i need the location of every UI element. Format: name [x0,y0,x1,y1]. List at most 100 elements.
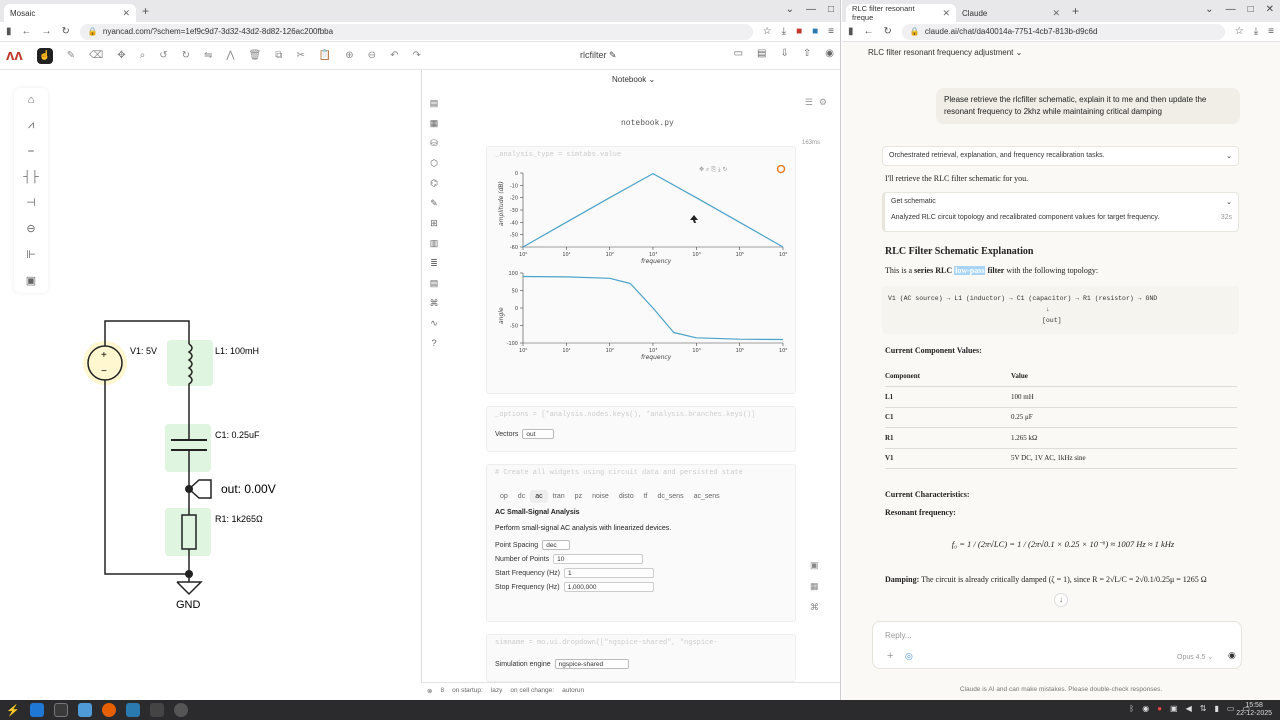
conversation-title[interactable]: RLC filter resonant frequency adjustment… [842,42,1280,62]
tools-icon[interactable]: ◎ [905,651,913,662]
sidebar-toggle-icon[interactable]: ▮ [848,26,854,37]
close-icon[interactable]: ✕ [122,8,130,19]
download-icon[interactable]: ⤓ [1254,26,1258,37]
menu-icon[interactable]: ≡ [1268,26,1274,37]
zoom-in-icon[interactable]: ⊕ [345,50,353,61]
back-icon[interactable]: ← [864,26,874,37]
snippets-icon[interactable]: ⊞ [430,218,438,229]
cellchange-mode[interactable]: autorun [562,687,584,694]
voice-icon[interactable]: ◉ [1228,650,1236,661]
sim-tab-tran[interactable]: tran [548,490,570,503]
sidebar-toggle-icon[interactable]: ▮ [6,26,12,37]
window-icon[interactable] [29,703,44,717]
close-icon[interactable]: ✕ [1052,8,1060,19]
help-icon[interactable]: ? [431,338,436,348]
plot-cell[interactable]: _analysis_type = simtabs.value ✥ ⌕ ⎘ ⤓ ↻… [486,146,796,394]
rotate-ccw-icon[interactable]: ↺ [159,50,167,61]
startup-mode[interactable]: lazy [491,687,503,694]
close-icon[interactable]: ✕ [1266,4,1274,15]
undo-icon[interactable]: ↶ [390,50,398,61]
vscode-icon[interactable] [125,703,140,717]
tracing-icon[interactable]: ∿ [430,318,438,329]
extension-icon[interactable]: ■ [796,26,802,37]
menu-icon[interactable]: ≡ [828,26,834,37]
folder-icon[interactable]: ▤ [757,48,766,59]
network-icon[interactable]: ⇅ [1200,704,1207,713]
back-icon[interactable]: ← [22,26,32,37]
settings-icon[interactable]: ⚙ [819,97,827,108]
tab-claude[interactable]: Claude ✕ [956,4,1066,22]
chip-tool-icon[interactable]: ▣ [26,274,36,287]
flip-icon[interactable]: ⇋ [204,50,212,61]
sim-tab-dc_sens[interactable]: dc_sens [653,490,689,503]
minimize-icon[interactable]: — [1226,4,1236,15]
wire-tool-icon[interactable]: ⎯ [28,145,34,158]
redo-icon[interactable]: ↷ [412,50,420,61]
reply-input[interactable]: Reply... [885,631,912,640]
add-icon[interactable]: + [887,650,893,662]
ground-symbol[interactable] [176,581,203,596]
bluetooth-icon[interactable]: ᛒ [1129,704,1134,713]
delete-icon[interactable]: 🗑 [249,50,262,61]
grid-icon[interactable]: ▦ [810,581,819,592]
maximize-icon[interactable]: □ [1248,4,1254,15]
variables-icon[interactable]: ▦ [430,118,439,129]
sim-tab-ac[interactable]: ac [530,490,548,503]
forward-icon[interactable]: → [42,26,52,37]
sim-tab-disto[interactable]: disto [614,490,639,503]
sim-tab-pz[interactable]: pz [570,490,587,503]
reload-icon[interactable]: ↻ [884,26,892,37]
stop-freq-input[interactable]: 1,000,000 [563,582,654,592]
zoom-icon[interactable]: ⌕ [140,50,146,61]
diode-tool-icon[interactable]: ⊣ [26,196,36,209]
copy-icon[interactable]: ⧉ [275,50,282,61]
vectors-select[interactable]: out [522,429,555,439]
clock[interactable]: 15:58 22-12-2025 [1236,702,1272,718]
thinking-summary[interactable]: Orchestrated retrieval, explanation, and… [882,146,1239,166]
notebook-dropdown[interactable]: Notebook ⌄ [612,75,655,84]
package-icon[interactable]: ⬡ [430,158,438,169]
deps-icon[interactable]: ⌬ [430,178,438,189]
sim-engine-cell[interactable]: simname = mo.ui.dropdown(["ngspice-share… [486,634,796,682]
bookmark-icon[interactable]: ☆ [1235,26,1244,37]
cut-icon[interactable]: ✂ [296,50,304,61]
firefox-icon[interactable] [101,703,116,717]
maximize-icon[interactable]: □ [828,4,834,15]
sim-tab-noise[interactable]: noise [587,490,614,503]
terminal-icon[interactable] [53,703,68,717]
reload-icon[interactable]: ↻ [62,26,70,37]
document-title[interactable]: rlcfilter ✎ [580,50,617,61]
github-icon[interactable] [173,703,188,717]
eraser-icon[interactable]: ⌫ [89,50,103,61]
pencil-icon[interactable]: ✎ [67,50,75,61]
sim-tab-tf[interactable]: tf [639,490,653,503]
transistor-tool-icon[interactable]: ⊩ [26,248,36,261]
record-icon[interactable]: ● [1157,704,1162,713]
sim-tab-ac_sens[interactable]: ac_sens [689,490,725,503]
ac-plots[interactable]: ✥ ⌕ ⎘ ⤓ ↻10⁰ 10¹ 10² 10³ 10⁴ 10⁵ 10⁶0-10-20-30… [487,165,795,395]
address-bar[interactable]: 🔒 nyancad.com/?schem=1ef9c9d7-3d32-43d2-… [79,23,753,40]
download-icon[interactable]: ⤓ [782,26,786,37]
files-icon[interactable]: ▤ [430,98,439,109]
new-tab-icon[interactable]: + [142,4,149,18]
move-icon[interactable]: ✥ [117,50,125,61]
tab-rlc[interactable]: RLC filter resonant freque ✕ [846,4,956,22]
launcher-icon[interactable]: ⚡ [6,704,20,717]
address-bar[interactable]: 🔒 claude.ai/chat/da40014a-7751-4cb7-813b… [901,23,1225,40]
save-icon[interactable]: ▣ [810,560,819,571]
point-spacing-select[interactable]: dec [542,540,571,550]
num-points-input[interactable]: 10 [553,554,644,564]
label-tool-icon[interactable]: ⌂ [28,94,35,106]
data-icon[interactable]: ⛁ [430,138,438,149]
list-icon[interactable]: ☰ [805,97,813,108]
sim-engine-select[interactable]: ngspice-shared [554,659,629,669]
rotate-cw-icon[interactable]: ↻ [182,50,190,61]
new-tab-icon[interactable]: + [1072,4,1079,18]
source-tool-icon[interactable]: ⊖ [26,222,35,235]
close-icon[interactable]: ✕ [942,8,950,19]
import-icon[interactable]: ⇩ [780,48,788,59]
bookmark-icon[interactable]: ☆ [763,26,772,37]
graph-icon[interactable]: ⌘ [430,298,439,309]
model-selector[interactable]: Opus 4.5 ⌄ [1177,653,1213,661]
battery-icon[interactable]: ▮ [1214,704,1218,713]
